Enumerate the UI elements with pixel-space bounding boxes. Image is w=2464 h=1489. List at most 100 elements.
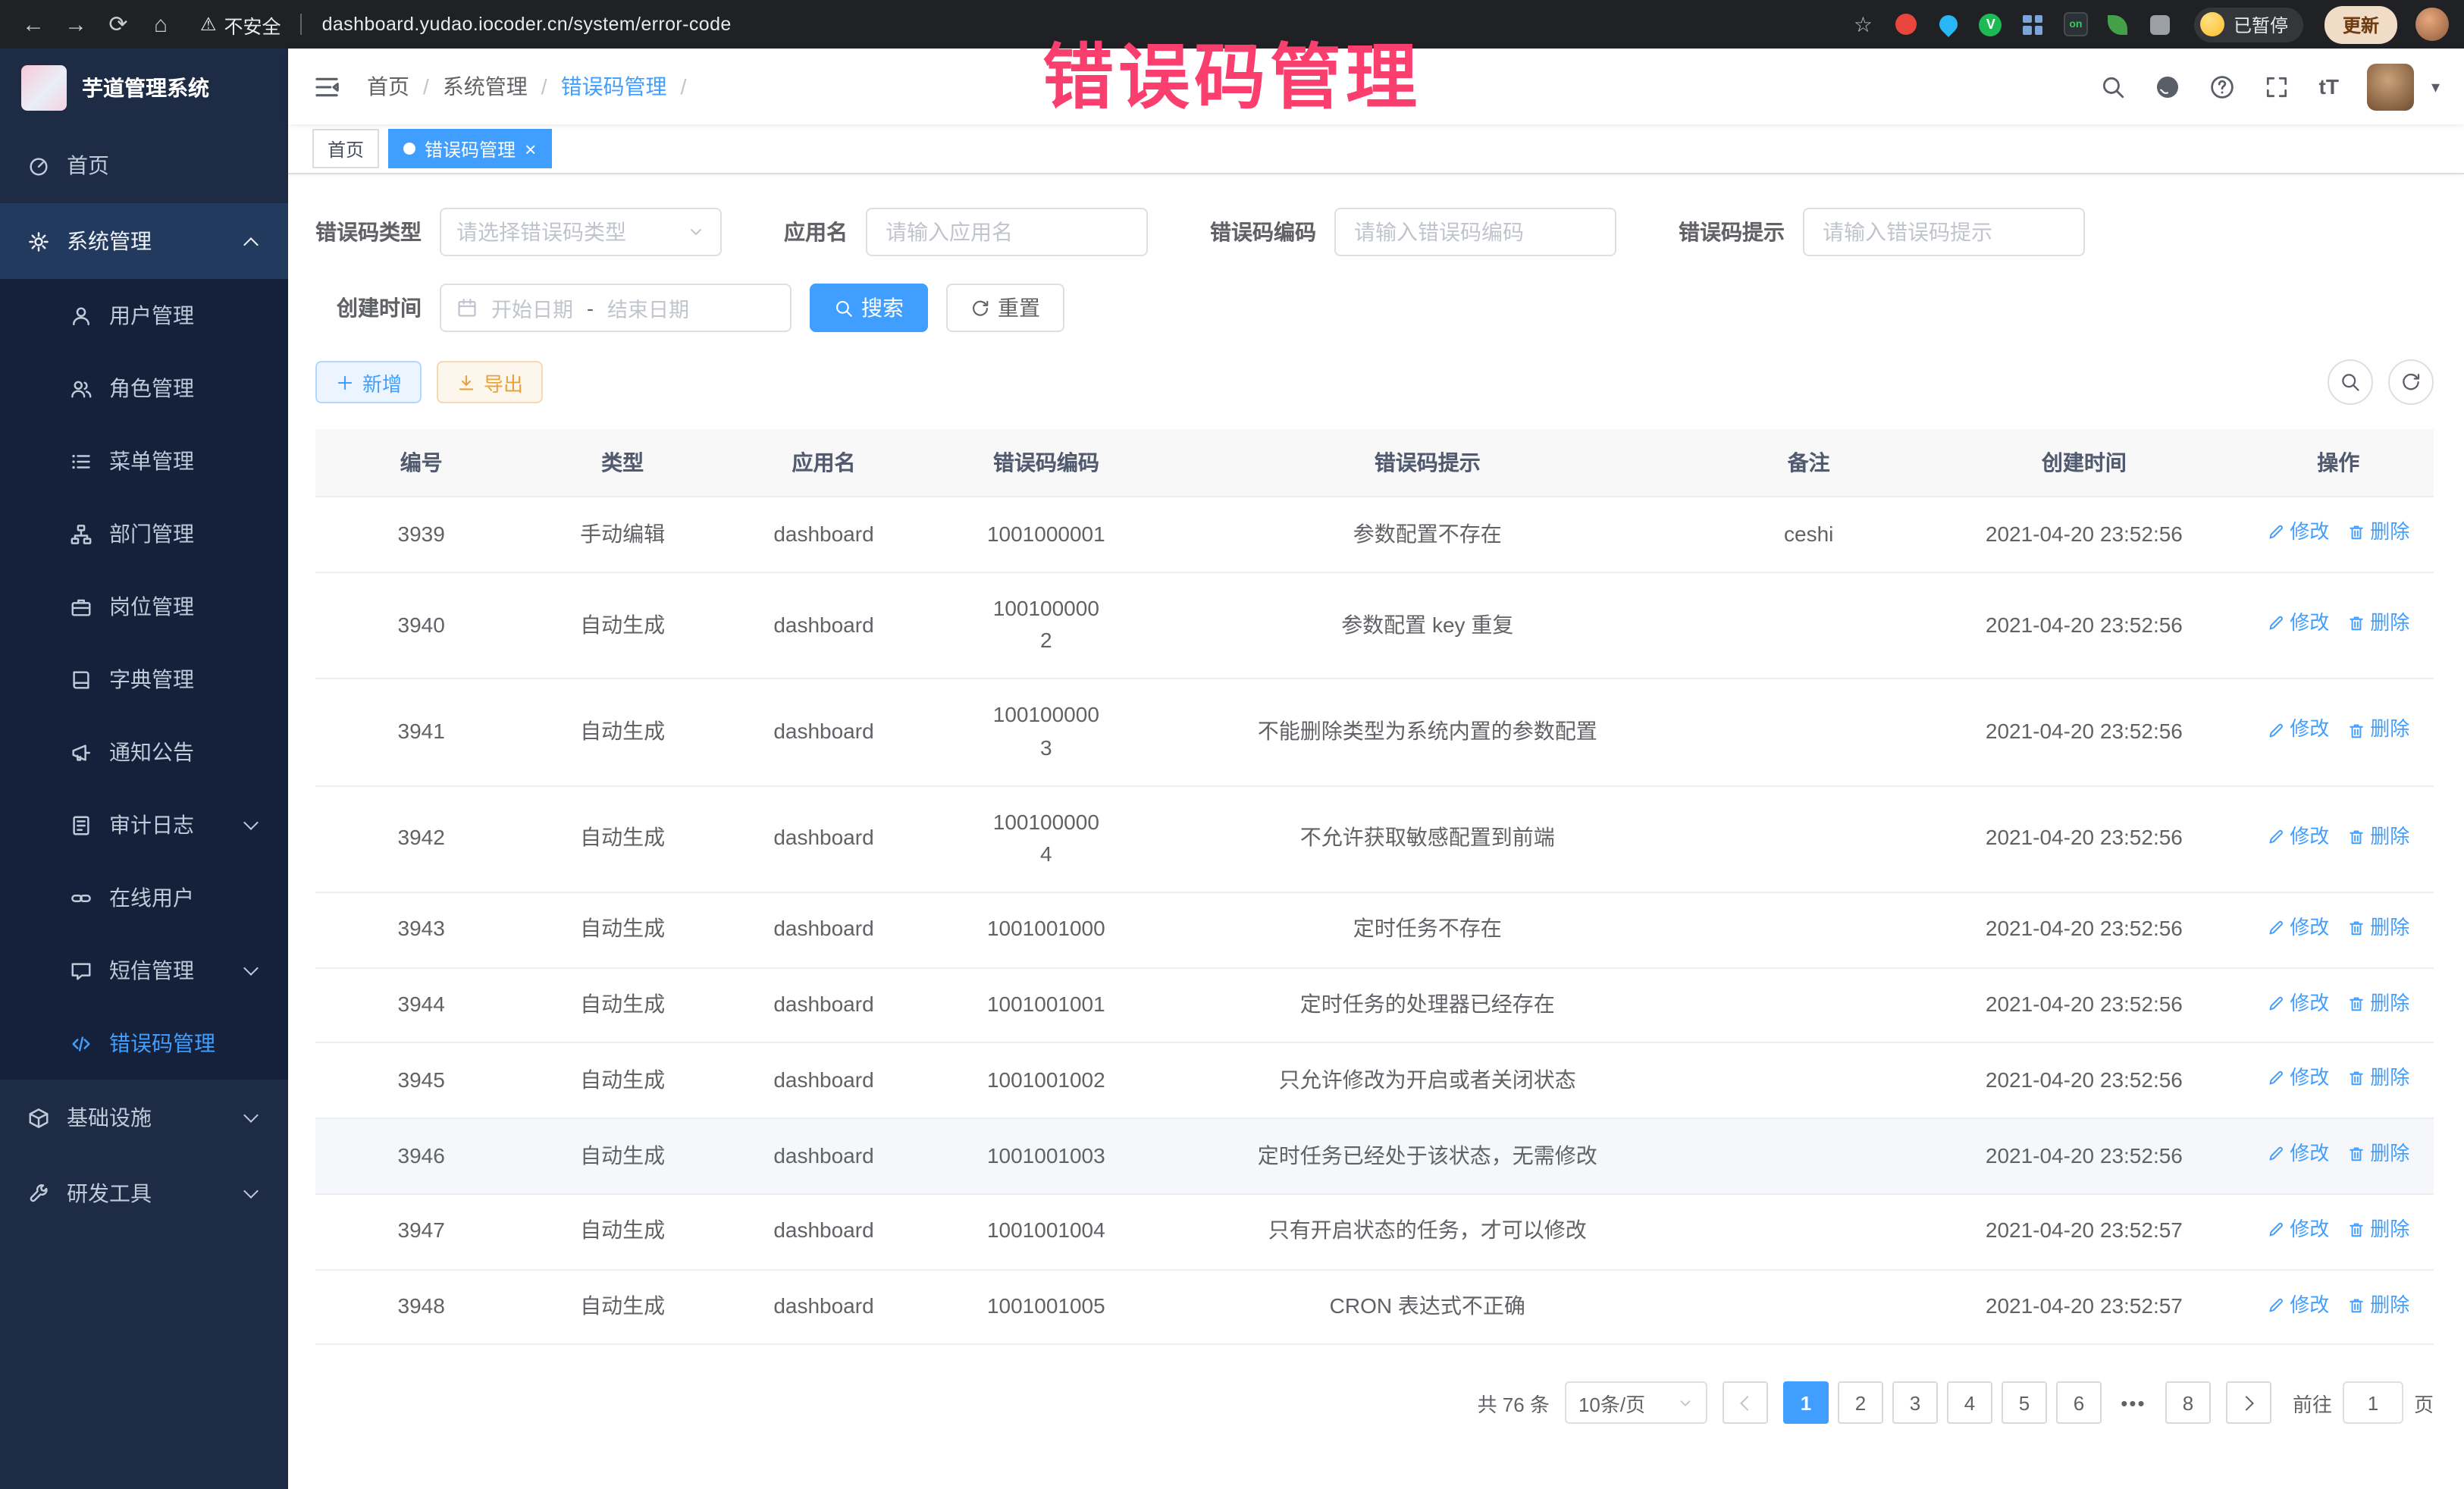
security-indicator[interactable]: ⚠ 不安全 — [200, 10, 281, 39]
browser-home-icon[interactable]: ⌂ — [143, 6, 179, 42]
breadcrumb-item[interactable]: 系统管理 — [443, 71, 561, 102]
error-hint-input[interactable] — [1803, 208, 2085, 256]
user-avatar[interactable] — [2368, 63, 2415, 110]
extension-on-icon[interactable]: on — [2062, 11, 2089, 38]
edit-link[interactable]: 修改 — [2267, 517, 2329, 547]
goto-page-input[interactable] — [2343, 1382, 2403, 1425]
reset-button[interactable]: 重置 — [946, 284, 1064, 332]
browser-forward-icon[interactable]: → — [58, 6, 94, 42]
edit-link[interactable]: 修改 — [2267, 822, 2329, 852]
browser-reload-icon[interactable]: ⟳ — [100, 6, 136, 42]
breadcrumb-item[interactable]: 首页 — [367, 71, 443, 102]
browser-back-icon[interactable]: ← — [15, 6, 52, 42]
edit-link[interactable]: 修改 — [2267, 1139, 2329, 1169]
github-icon[interactable] — [2155, 74, 2181, 99]
delete-link[interactable]: 删除 — [2347, 1215, 2409, 1245]
edit-link[interactable]: 修改 — [2267, 1290, 2329, 1320]
sidebar-item[interactable]: 角色管理 — [0, 352, 288, 425]
app-name-input[interactable] — [866, 208, 1148, 256]
tag-close-icon[interactable]: × — [525, 139, 536, 158]
page-button[interactable]: 8 — [2165, 1382, 2211, 1425]
goto-label: 前往 — [2293, 1389, 2332, 1418]
extension-red-icon[interactable] — [1892, 11, 1920, 38]
prev-page-button[interactable] — [1723, 1382, 1768, 1425]
browser-profile-avatar[interactable] — [2415, 8, 2449, 41]
tag-item[interactable]: 首页 × — [312, 129, 379, 168]
page-button[interactable]: 6 — [2056, 1382, 2102, 1425]
column-header: 编号 — [315, 429, 527, 497]
error-type-select[interactable]: 请选择错误码类型 — [440, 208, 722, 256]
sidebar-item[interactable]: 部门管理 — [0, 497, 288, 570]
delete-link[interactable]: 删除 — [2347, 822, 2409, 852]
sidebar-item[interactable]: 短信管理 — [0, 934, 288, 1007]
sidebar-item[interactable]: 菜单管理 — [0, 425, 288, 497]
edit-link[interactable]: 修改 — [2267, 1215, 2329, 1245]
sidebar-item[interactable]: 岗位管理 — [0, 570, 288, 643]
extension-leaf-icon[interactable] — [2105, 11, 2132, 38]
sidebar-item[interactable]: 审计日志 — [0, 788, 288, 861]
sidebar-item[interactable]: 通知公告 — [0, 716, 288, 788]
help-icon[interactable] — [2210, 74, 2236, 99]
avatar-caret-icon[interactable]: ▾ — [2431, 77, 2440, 96]
page-button[interactable]: 4 — [1947, 1382, 1992, 1425]
menu-icon — [70, 450, 92, 472]
date-range-picker[interactable]: 开始日期 - 结束日期 — [440, 284, 792, 332]
delete-link[interactable]: 删除 — [2347, 913, 2409, 943]
search-button[interactable]: 搜索 — [810, 284, 928, 332]
error-code-input[interactable] — [1334, 208, 1616, 256]
sidebar-item[interactable]: 基础设施 — [0, 1080, 288, 1155]
extension-puzzle-icon[interactable] — [2147, 11, 2174, 38]
delete-link[interactable]: 删除 — [2347, 608, 2409, 638]
add-button[interactable]: 新增 — [315, 361, 422, 403]
sidebar-item[interactable]: 字典管理 — [0, 643, 288, 716]
extension-drop-icon[interactable] — [1935, 11, 1962, 38]
export-button[interactable]: 导出 — [437, 361, 543, 403]
delete-link[interactable]: 删除 — [2347, 1139, 2409, 1169]
delete-link[interactable]: 删除 — [2347, 1290, 2409, 1320]
refresh-table-button[interactable] — [2388, 359, 2434, 405]
next-page-button[interactable] — [2226, 1382, 2271, 1425]
delete-link[interactable]: 删除 — [2347, 715, 2409, 745]
tag-item[interactable]: 错误码管理 × — [388, 129, 551, 168]
sidebar-item[interactable]: 错误码管理 — [0, 1007, 288, 1080]
edit-link[interactable]: 修改 — [2267, 608, 2329, 638]
breadcrumb-item[interactable]: 错误码管理 — [561, 71, 701, 102]
profile-paused-chip[interactable]: 已暂停 — [2194, 7, 2303, 42]
address-url[interactable]: dashboard.yudao.iocoder.cn/system/error-… — [322, 14, 732, 35]
edit-link[interactable]: 修改 — [2267, 913, 2329, 943]
page-button[interactable]: ••• — [2111, 1382, 2156, 1425]
hamburger-icon[interactable] — [312, 72, 341, 101]
page-size-select[interactable]: 10条/页 — [1565, 1382, 1707, 1425]
edit-link[interactable]: 修改 — [2267, 715, 2329, 745]
sidebar-item[interactable]: 在线用户 — [0, 861, 288, 934]
page-button[interactable]: 2 — [1838, 1382, 1883, 1425]
sidebar-item[interactable]: 首页 — [0, 127, 288, 203]
font-size-icon[interactable]: tT — [2319, 74, 2339, 99]
browser-update-button[interactable]: 更新 — [2324, 5, 2397, 43]
delete-link[interactable]: 删除 — [2347, 988, 2409, 1018]
page-button[interactable]: 5 — [2002, 1382, 2047, 1425]
page-button[interactable]: 1 — [1783, 1382, 1829, 1425]
sidebar-item[interactable]: 研发工具 — [0, 1155, 288, 1231]
cell-time: 2021-04-20 23:52:57 — [1925, 1194, 2243, 1270]
sidebar-logo[interactable]: 芋道管理系统 — [0, 49, 288, 127]
edit-link[interactable]: 修改 — [2267, 988, 2329, 1018]
cell-app: dashboard — [718, 892, 929, 968]
edit-link[interactable]: 修改 — [2267, 1064, 2329, 1094]
delete-link[interactable]: 删除 — [2347, 1064, 2409, 1094]
delete-icon — [2347, 614, 2365, 632]
page-button[interactable]: 3 — [1892, 1382, 1938, 1425]
sidebar-item[interactable]: 用户管理 — [0, 279, 288, 352]
cell-id: 3939 — [315, 497, 527, 572]
tags-view: 首页 × 错误码管理 × — [288, 124, 2464, 174]
sidebar-item[interactable]: 系统管理 — [0, 203, 288, 279]
delete-link[interactable]: 删除 — [2347, 517, 2409, 547]
menu-icon — [70, 1032, 92, 1055]
search-icon[interactable] — [2101, 74, 2127, 99]
cell-id: 3942 — [315, 785, 527, 892]
bookmark-star-icon[interactable]: ☆ — [1854, 11, 1873, 37]
extension-grid-icon[interactable] — [2020, 11, 2047, 38]
toggle-search-button[interactable] — [2328, 359, 2373, 405]
extension-v-icon[interactable]: V — [1977, 11, 2005, 38]
fullscreen-icon[interactable] — [2265, 74, 2290, 99]
